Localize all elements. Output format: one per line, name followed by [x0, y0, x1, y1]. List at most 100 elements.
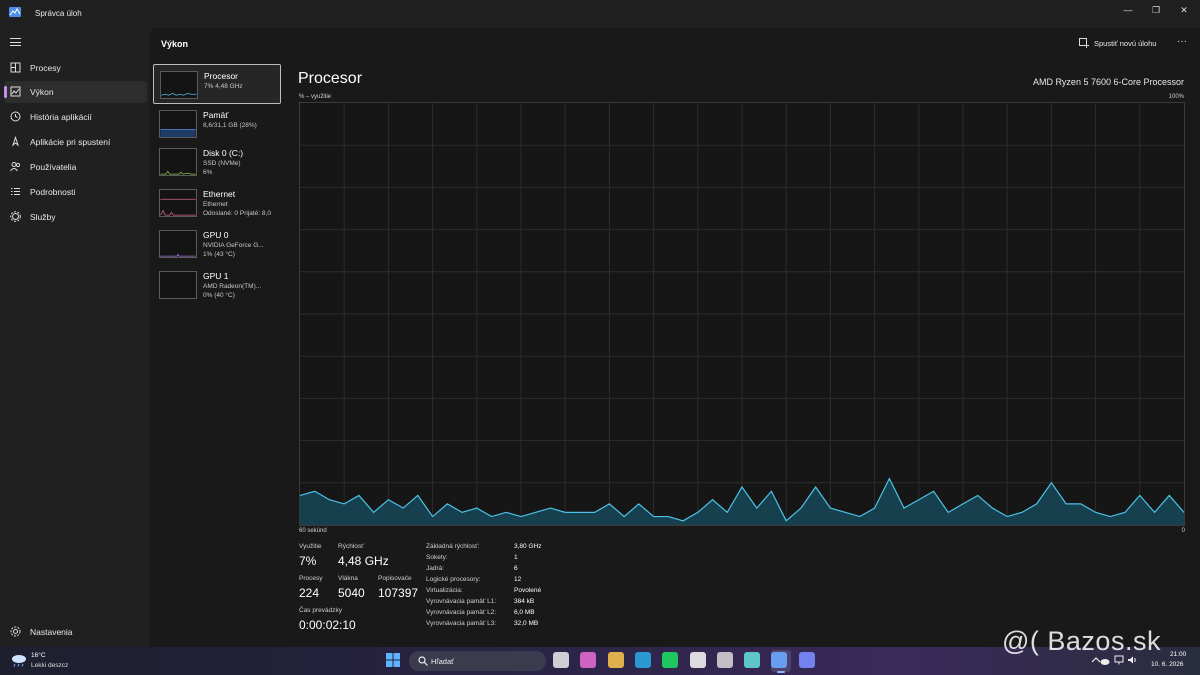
close-button[interactable]: ✕ — [1174, 4, 1194, 16]
memory-thumbnail — [159, 110, 197, 138]
performance-list: Procesor 7% 4,48 GHz Pamäť 8,6/31,1 GB (… — [150, 61, 290, 647]
clock-date[interactable]: 10. 6. 2026 — [1151, 661, 1184, 668]
info-key: Vyrovnávacia pamäť L3: — [426, 620, 497, 627]
folder-icon[interactable] — [607, 652, 624, 668]
store-icon[interactable] — [689, 652, 706, 668]
new-task-icon — [1079, 38, 1089, 48]
info-key: Logické procesory: — [426, 576, 481, 583]
sidebar-item-label: História aplikácií — [30, 112, 92, 122]
graph-y-max: 100% — [1168, 94, 1184, 100]
handles-value: 107397 — [378, 586, 419, 600]
title-bar: Správca úloh — ❐ ✕ — [0, 0, 1200, 28]
weather-temperature[interactable]: 16°C — [31, 652, 46, 659]
services-icon — [10, 211, 21, 222]
task-manager-icon[interactable] — [771, 652, 788, 668]
perf-item-memory[interactable]: Pamäť 8,6/31,1 GB (28%) — [153, 104, 281, 144]
info-value: 6 — [514, 565, 518, 572]
task-manager-window: Správca úloh — ❐ ✕ Procesy Výkon Históri… — [0, 0, 1200, 647]
utilization-label: Využitie — [299, 543, 322, 550]
uptime-label: Čas prevádzky — [299, 607, 342, 614]
perf-item-detail: AMD Radeon(TM)... — [203, 283, 262, 290]
perf-item-gpu1[interactable]: GPU 1 AMD Radeon(TM)... 0% (40 °C) — [153, 265, 281, 305]
startup-icon — [11, 136, 20, 147]
weather-rain-icon[interactable] — [10, 653, 28, 667]
copilot-icon[interactable] — [580, 652, 597, 668]
handles-label: Popisovače — [378, 575, 412, 582]
spotify-icon[interactable] — [662, 652, 679, 668]
app-icon[interactable] — [744, 652, 761, 668]
info-key: Jadrá: — [426, 565, 445, 572]
history-icon — [10, 111, 21, 122]
perf-item-name: Disk 0 (C:) — [203, 148, 244, 158]
uptime-value: 0:00:02:10 — [299, 618, 356, 632]
settings-button[interactable]: Nastavenia — [4, 622, 147, 642]
perf-item-detail-2: 0% (40 °C) — [203, 292, 235, 299]
speed-value: 4,48 GHz — [338, 554, 389, 568]
sidebar-item-label: Výkon — [30, 87, 54, 97]
perf-item-detail-2: 1% (43 °C) — [203, 251, 235, 258]
perf-item-gpu0[interactable]: GPU 0 NVIDIA GeForce G... 1% (43 °C) — [153, 224, 281, 264]
maximize-button[interactable]: ❐ — [1146, 4, 1166, 16]
perf-item-ethernet[interactable]: Ethernet Ethernet Odoslané: 0 Prijaté: 8… — [153, 183, 281, 223]
sidebar-item-label: Služby — [30, 212, 56, 222]
perf-item-name: Ethernet — [203, 189, 236, 199]
run-new-task-label: Spustiť novú úlohu — [1094, 39, 1157, 48]
sidebar-item-services[interactable]: Služby — [4, 206, 147, 228]
info-key: Vyrovnávacia pamäť L1: — [426, 598, 497, 605]
sidebar-item-processes[interactable]: Procesy — [4, 57, 147, 79]
info-value: 12 — [514, 576, 522, 583]
minimize-button[interactable]: — — [1118, 4, 1138, 16]
perf-item-detail: Ethernet — [203, 201, 228, 208]
search-icon — [418, 656, 428, 666]
clock-time[interactable]: 21:00 — [1170, 651, 1186, 658]
page-title: Výkon — [161, 39, 189, 49]
more-options-button[interactable]: ··· — [1177, 36, 1187, 47]
gpu0-thumbnail — [159, 230, 197, 258]
sidebar-item-label: Aplikácie pri spustení — [30, 137, 111, 147]
cpu-model-name: AMD Ryzen 5 7600 6-Core Processor — [1032, 77, 1184, 87]
discord-icon[interactable] — [798, 652, 815, 668]
ethernet-thumbnail — [159, 189, 197, 217]
sidebar: Procesy Výkon História aplikácií Aplikác… — [0, 28, 150, 647]
bazos-watermark: @( Bazos.sk — [1002, 626, 1161, 656]
edge-icon[interactable] — [634, 652, 651, 668]
menu-icon[interactable] — [10, 38, 21, 46]
graph-x-label: 60 sekúnd — [299, 528, 327, 534]
sidebar-item-label: Podrobnosti — [30, 187, 76, 197]
performance-icon — [10, 86, 21, 97]
processes-value: 224 — [299, 586, 320, 600]
info-key: Vyrovnávacia pamäť L2: — [426, 609, 497, 616]
processes-icon — [10, 62, 21, 73]
settings-label: Nastavenia — [30, 627, 73, 637]
taskbar-search[interactable]: Hľadať — [409, 651, 546, 671]
utilization-value: 7% — [299, 554, 317, 568]
graph-x-end: 0 — [1181, 528, 1185, 534]
cpu-utilization-graph — [299, 102, 1185, 526]
file-explorer-icon[interactable] — [553, 652, 569, 668]
perf-item-cpu[interactable]: Procesor 7% 4,48 GHz — [153, 64, 281, 104]
perf-item-disk[interactable]: Disk 0 (C:) SSD (NVMe) 6% — [153, 142, 281, 182]
sidebar-item-startup-apps[interactable]: Aplikácie pri spustení — [4, 131, 147, 153]
detail-title: Procesor — [298, 70, 363, 87]
perf-item-detail-2: Odoslané: 0 Prijaté: 8,0 — [203, 210, 271, 217]
gear-icon — [10, 626, 21, 637]
sidebar-item-performance[interactable]: Výkon — [4, 81, 147, 103]
info-value: 3,80 GHz — [514, 543, 542, 550]
sidebar-item-label: Procesy — [30, 63, 61, 73]
perf-item-name: Pamäť — [203, 110, 229, 120]
obs-icon[interactable] — [716, 652, 733, 668]
cloud-icon[interactable] — [1100, 656, 1110, 666]
info-key: Sokety: — [426, 554, 448, 561]
info-value: 6,0 MB — [514, 609, 535, 616]
active-app-indicator — [777, 671, 785, 673]
sidebar-item-users[interactable]: Používatelia — [4, 156, 147, 178]
cpu-thumbnail — [160, 71, 198, 99]
search-label: Hľadať — [431, 657, 454, 666]
graph-y-label: % – využitie — [299, 94, 332, 100]
perf-item-detail: 8,6/31,1 GB (28%) — [203, 122, 257, 129]
sidebar-item-label: Používatelia — [30, 162, 77, 172]
sidebar-item-details[interactable]: Podrobnosti — [4, 181, 147, 203]
sidebar-item-app-history[interactable]: História aplikácií — [4, 106, 147, 128]
weather-description[interactable]: Lekki deszcz — [31, 662, 68, 669]
windows-start-icon[interactable] — [386, 653, 400, 667]
